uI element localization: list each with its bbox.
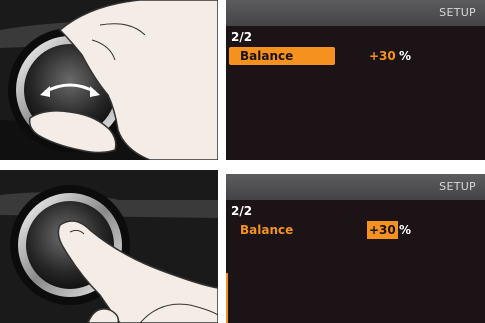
- rotate-knob-illustration: [0, 0, 218, 160]
- screen-header: SETUP: [226, 0, 485, 26]
- page-indicator: 2/2: [231, 204, 253, 218]
- balance-unit: %: [399, 49, 412, 63]
- display-screen-top: SETUP 2/2 Balance +30 %: [226, 0, 485, 160]
- rotate-knob-drawing: [0, 0, 218, 160]
- balance-row[interactable]: Balance +30 %: [229, 47, 485, 65]
- press-knob-drawing: [0, 170, 218, 323]
- balance-value-selected[interactable]: +30: [367, 221, 398, 239]
- setup-title: SETUP: [439, 180, 476, 193]
- balance-label: Balance: [240, 223, 294, 237]
- display-screen-bottom: SETUP 2/2 Balance +30 %: [226, 174, 485, 323]
- balance-label-selected[interactable]: Balance: [229, 47, 335, 65]
- press-knob-illustration: [0, 170, 218, 323]
- setup-title: SETUP: [439, 6, 476, 19]
- accent-bar: [226, 273, 228, 323]
- balance-row[interactable]: Balance +30 %: [229, 221, 485, 239]
- balance-value: +30: [369, 49, 396, 63]
- balance-unit: %: [399, 223, 412, 237]
- screen-header: SETUP: [226, 174, 485, 200]
- page-indicator: 2/2: [231, 30, 253, 44]
